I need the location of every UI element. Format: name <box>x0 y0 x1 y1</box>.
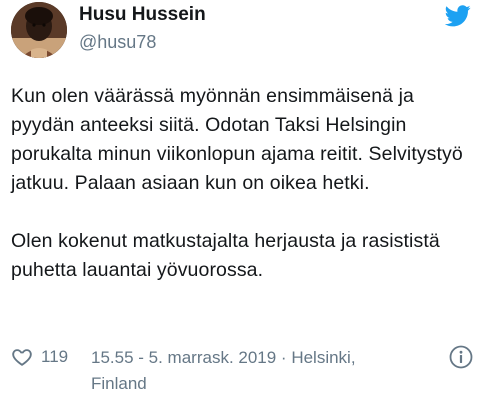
tweet-paragraph: Olen kokenut matkustajalta herjausta ja … <box>11 230 440 281</box>
tweet-footer: 119 15.55 - 5. marrask. 2019 · Helsinki,… <box>11 345 477 397</box>
like-count: 119 <box>41 347 69 366</box>
timestamp-location[interactable]: 15.55 - 5. marrask. 2019 · Helsinki, Fin… <box>91 345 381 397</box>
avatar[interactable] <box>11 2 67 58</box>
info-icon[interactable] <box>449 345 473 369</box>
heart-icon[interactable] <box>11 346 33 368</box>
author-names: Husu Hussein @husu78 <box>79 4 206 53</box>
tweet-card: Husu Hussein @husu78 Kun olen väärässä m… <box>0 0 485 413</box>
tweet-header: Husu Hussein @husu78 <box>11 0 475 64</box>
tweet-paragraph: Kun olen väärässä myönnän ensimmäisenä j… <box>11 85 463 194</box>
user-handle[interactable]: @husu78 <box>79 31 206 53</box>
twitter-bird-icon[interactable] <box>444 5 471 27</box>
display-name[interactable]: Husu Hussein <box>79 4 206 26</box>
tweet-text: Kun olen väärässä myönnän ensimmäisenä j… <box>11 82 477 285</box>
like-button[interactable]: 119 <box>11 345 68 369</box>
